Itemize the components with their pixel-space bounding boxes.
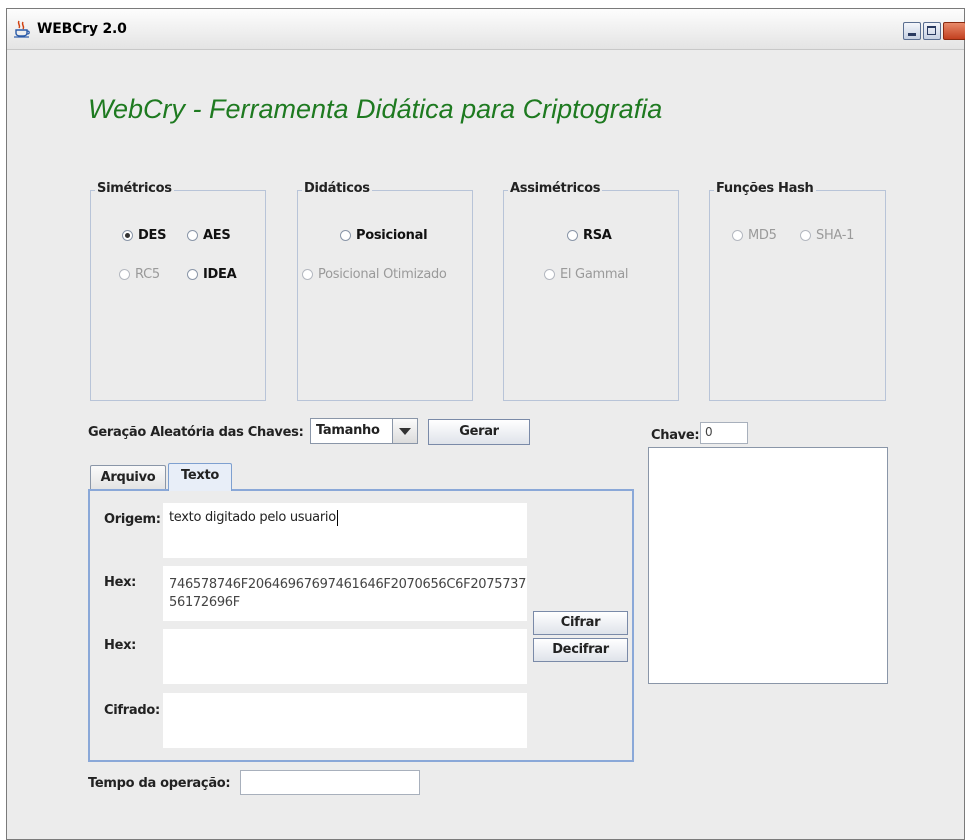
group-simetricos: Simétricos: [90, 181, 266, 401]
tab-texto[interactable]: Texto: [168, 463, 232, 491]
radio-rc5[interactable]: RC5: [119, 267, 160, 282]
origem-input[interactable]: texto digitado pelo usuario: [163, 503, 527, 558]
radio-rc5-dot: [119, 269, 130, 280]
key-size-combo-value: Tamanho: [316, 423, 380, 438]
chave-field-value: 0: [705, 425, 713, 439]
radio-idea-dot: [187, 269, 198, 280]
minimize-button[interactable]: [903, 22, 921, 40]
radio-sha1-label: SHA-1: [816, 228, 855, 243]
radio-posicional-otimizado-dot: [302, 269, 313, 280]
origem-label: Origem:: [104, 512, 161, 527]
chave-field[interactable]: 0: [700, 422, 748, 444]
radio-posicional-otimizado-label: Posicional Otimizado: [318, 267, 447, 282]
radio-posicional-label: Posicional: [356, 228, 428, 243]
group-didaticos: Didáticos: [297, 181, 473, 401]
group-simetricos-title: Simétricos: [95, 181, 174, 196]
radio-idea[interactable]: IDEA: [187, 267, 237, 282]
origem-input-value: texto digitado pelo usuario: [169, 509, 338, 527]
tab-arquivo[interactable]: Arquivo: [90, 465, 166, 491]
radio-rsa-label: RSA: [583, 228, 612, 243]
group-assimetricos-title: Assimétricos: [508, 181, 603, 196]
radio-posicional-dot: [340, 230, 351, 241]
radio-aes[interactable]: AES: [187, 228, 231, 243]
group-assimetricos: Assimétricos: [503, 181, 679, 401]
gerar-button[interactable]: Gerar: [428, 419, 530, 445]
group-didaticos-title: Didáticos: [302, 181, 372, 196]
radio-aes-dot: [187, 230, 198, 241]
java-cup-icon: [14, 20, 30, 38]
keygen-label: Geração Aleatória das Chaves:: [88, 425, 304, 440]
tempo-field[interactable]: [240, 770, 420, 795]
chave-text-area[interactable]: [648, 447, 888, 684]
radio-rsa-dot: [567, 230, 578, 241]
group-hash: Funções Hash: [709, 181, 886, 401]
chave-label: Chave:: [651, 428, 700, 443]
radio-rsa[interactable]: RSA: [567, 228, 612, 243]
close-button[interactable]: [943, 22, 965, 40]
cifrar-button[interactable]: Cifrar: [533, 611, 628, 635]
group-hash-title: Funções Hash: [714, 181, 816, 196]
radio-des-label: DES: [138, 228, 167, 243]
cifrado-field[interactable]: [163, 693, 527, 748]
decifrar-button[interactable]: Decifrar: [533, 638, 628, 662]
radio-sha1[interactable]: SHA-1: [800, 228, 854, 243]
hex2-label: Hex:: [104, 638, 137, 653]
radio-des[interactable]: DES: [122, 228, 166, 243]
origem-input-text: texto digitado pelo usuario: [169, 510, 336, 525]
cifrado-label: Cifrado:: [104, 703, 160, 718]
radio-aes-label: AES: [203, 228, 231, 243]
title-bar[interactable]: WEBCry 2.0: [7, 9, 965, 50]
radio-el-gammal-label: El Gammal: [560, 267, 629, 282]
maximize-button[interactable]: [923, 22, 941, 40]
radio-rc5-label: RC5: [135, 267, 160, 282]
window-title: WEBCry 2.0: [37, 21, 127, 37]
radio-des-dot: [122, 230, 133, 241]
hex2-field[interactable]: [163, 629, 527, 684]
hex1-field-value: 746578746F20646967697461646F2070656C6F20…: [169, 577, 527, 610]
key-size-combo[interactable]: Tamanho: [310, 418, 418, 444]
radio-posicional[interactable]: Posicional: [340, 228, 428, 243]
radio-posicional-otimizado[interactable]: Posicional Otimizado: [302, 267, 447, 282]
tempo-label: Tempo da operação:: [88, 776, 231, 791]
chevron-down-icon[interactable]: [392, 419, 417, 443]
radio-el-gammal[interactable]: El Gammal: [544, 267, 629, 282]
radio-md5[interactable]: MD5: [732, 228, 777, 243]
radio-idea-label: IDEA: [203, 267, 237, 282]
hex1-label: Hex:: [104, 575, 137, 590]
radio-md5-dot: [732, 230, 743, 241]
radio-sha1-dot: [800, 230, 811, 241]
radio-el-gammal-dot: [544, 269, 555, 280]
text-caret: [336, 509, 338, 526]
radio-md5-label: MD5: [748, 228, 777, 243]
hex1-field[interactable]: 746578746F20646967697461646F2070656C6F20…: [163, 566, 527, 621]
app-heading: WebCry - Ferramenta Didática para Cripto…: [88, 94, 663, 124]
